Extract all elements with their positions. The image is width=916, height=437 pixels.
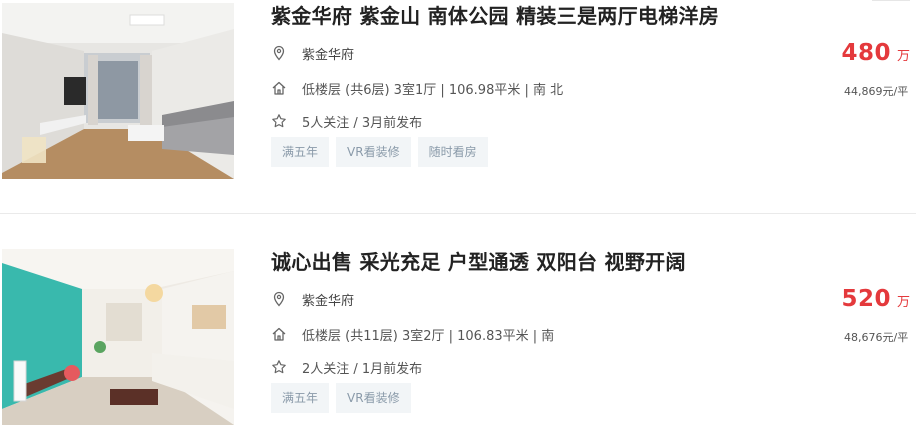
- tag: 随时看房: [417, 137, 488, 167]
- house-info: 低楼层 (共6层) 3室1厅 | 106.98平米 | 南 北: [302, 82, 564, 98]
- community-row: 紫金华府: [271, 289, 354, 309]
- tag-list: 满五年 VR看装修: [271, 383, 411, 413]
- house-info-row: 低楼层 (共6层) 3室1厅 | 106.98平米 | 南 北: [271, 78, 563, 98]
- community-row: 紫金华府: [271, 43, 354, 63]
- community-link[interactable]: 紫金华府: [302, 44, 354, 63]
- location-pin-icon: [271, 291, 287, 307]
- total-price-unit: 万: [896, 49, 910, 64]
- house-info-row: 低楼层 (共11层) 3室2厅 | 106.83平米 | 南: [271, 324, 554, 344]
- star-icon: [271, 113, 287, 129]
- tag: 满五年: [271, 137, 330, 167]
- location-pin-icon: [271, 45, 287, 61]
- listing-photo[interactable]: [2, 249, 234, 425]
- follow-info-row: 2人关注 / 1月前发布: [271, 357, 422, 377]
- total-price-unit: 万: [896, 295, 910, 310]
- listing-card: 紫金华府 紫金山 南体公园 精装三是两厅电梯洋房 紫金华府 低楼层 (共6层) …: [0, 0, 916, 190]
- follow-info-row: 5人关注 / 3月前发布: [271, 111, 422, 131]
- unit-price: 44,869元/平: [844, 85, 909, 98]
- star-icon: [271, 359, 287, 375]
- tag: 满五年: [271, 383, 330, 413]
- total-price: 520 万: [841, 286, 910, 312]
- follow-info: 5人关注 / 3月前发布: [302, 115, 423, 131]
- tag-list: 满五年 VR看装修 随时看房: [271, 137, 488, 167]
- listing-list: 紫金华府 紫金山 南体公园 精装三是两厅电梯洋房 紫金华府 低楼层 (共6层) …: [0, 0, 916, 437]
- listing-title[interactable]: 诚心出售 采光充足 户型通透 双阳台 视野开阔: [271, 246, 686, 275]
- divider: [0, 213, 916, 214]
- listing-card: 诚心出售 采光充足 户型通透 双阳台 视野开阔 紫金华府 低楼层 (共11层) …: [0, 236, 916, 436]
- listing-photo[interactable]: [2, 3, 234, 179]
- total-price-value: 520: [841, 286, 891, 312]
- tag: VR看装修: [336, 137, 411, 167]
- tag: VR看装修: [336, 383, 411, 413]
- house-icon: [271, 326, 287, 342]
- total-price: 480 万: [841, 40, 910, 66]
- follow-info: 2人关注 / 1月前发布: [302, 361, 423, 377]
- community-link[interactable]: 紫金华府: [302, 290, 354, 309]
- total-price-value: 480: [841, 40, 891, 66]
- house-info: 低楼层 (共11层) 3室2厅 | 106.83平米 | 南: [302, 328, 555, 344]
- house-icon: [271, 80, 287, 96]
- listing-title[interactable]: 紫金华府 紫金山 南体公园 精装三是两厅电梯洋房: [271, 0, 719, 29]
- unit-price: 48,676元/平: [844, 331, 909, 344]
